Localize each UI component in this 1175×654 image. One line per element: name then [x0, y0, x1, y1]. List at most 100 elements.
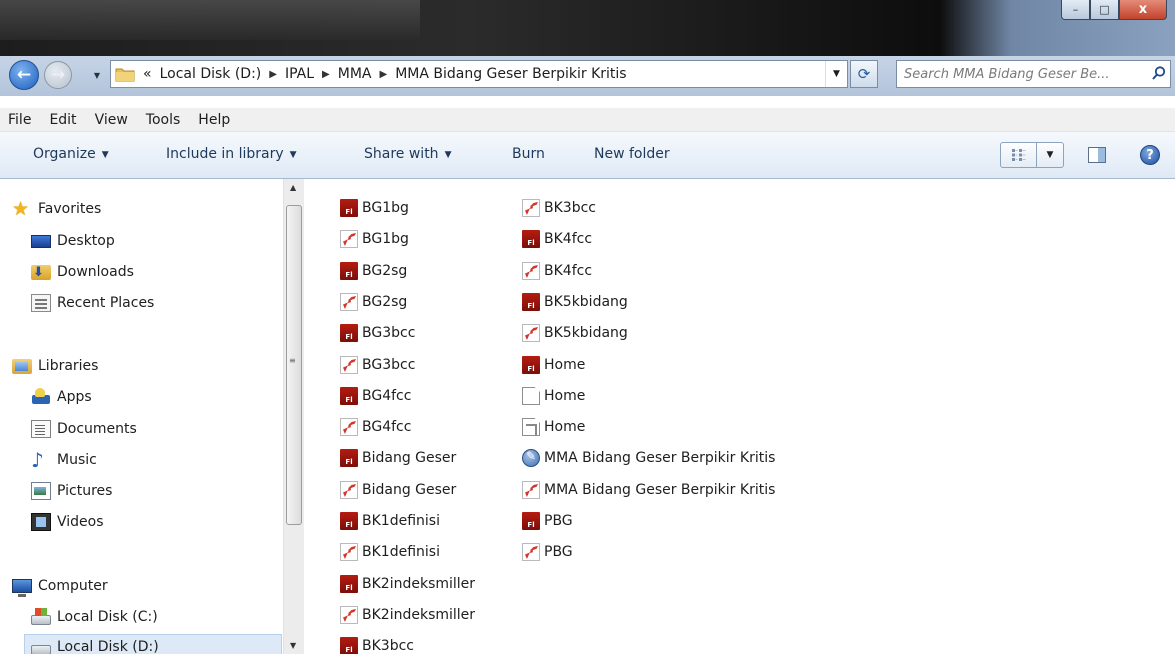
nav-music[interactable]: ♪ Music — [31, 447, 97, 473]
file-item[interactable]: BK2indeksmiller — [340, 602, 475, 628]
nav-videos[interactable]: Videos — [31, 509, 104, 535]
preview-pane-button[interactable] — [1088, 147, 1106, 163]
scrollbar-thumb[interactable] — [286, 205, 302, 525]
chevron-right-icon[interactable]: ▶ — [269, 69, 277, 80]
star-icon: ★ — [12, 198, 30, 220]
file-item[interactable]: Fl BG4fcc — [340, 383, 411, 409]
nav-downloads[interactable]: Downloads — [31, 259, 134, 285]
desktop-icon — [31, 235, 51, 248]
file-item[interactable]: Fl BK3bcc — [340, 633, 414, 654]
file-item[interactable]: BG2sg — [340, 289, 407, 315]
file-item[interactable]: Fl BG3bcc — [340, 320, 415, 346]
refresh-icon: ⟳ — [857, 65, 871, 83]
grip-icon: ≡ — [289, 356, 296, 365]
folder-icon — [115, 66, 135, 82]
shortcut-file-icon — [522, 418, 540, 436]
file-item[interactable]: BG1bg — [340, 226, 409, 252]
file-name: BK5kbidang — [544, 294, 628, 310]
search-box[interactable] — [896, 60, 1171, 88]
menu-help[interactable]: Help — [189, 112, 239, 128]
breadcrumb-current-folder[interactable]: MMA Bidang Geser Berpikir Kritis — [395, 66, 626, 82]
address-dropdown-button[interactable]: ▼ — [825, 61, 847, 87]
nav-recent-places[interactable]: Recent Places — [31, 290, 154, 316]
navigation-pane: ★ Favorites Desktop Downloads Recent Plac… — [0, 179, 305, 654]
nav-favorites[interactable]: ★ Favorites — [12, 196, 101, 222]
file-item[interactable]: Fl BG2sg — [340, 258, 407, 284]
nav-documents[interactable]: Documents — [31, 416, 137, 442]
new-folder-button[interactable]: New folder — [594, 146, 670, 162]
include-in-library-button[interactable]: Include in library ▼ — [166, 146, 297, 162]
nav-local-disk-d[interactable]: Local Disk (D:) — [24, 634, 282, 654]
nav-desktop[interactable]: Desktop — [31, 228, 115, 254]
file-item[interactable]: BK4fcc — [522, 258, 592, 284]
menu-file[interactable]: File — [0, 112, 40, 128]
file-item[interactable]: Bidang Geser — [340, 477, 456, 503]
refresh-button[interactable]: ⟳ — [850, 60, 878, 88]
nav-desktop-label: Desktop — [57, 233, 115, 249]
breadcrumb-local-disk-d[interactable]: Local Disk (D:) — [160, 66, 262, 82]
file-item[interactable]: Fl BK4fcc — [522, 226, 592, 252]
chevron-down-icon[interactable]: ▼ — [1037, 143, 1063, 167]
nav-pictures[interactable]: Pictures — [31, 478, 112, 504]
maximize-button[interactable]: □ — [1090, 0, 1119, 20]
file-item[interactable]: BK3bcc — [522, 195, 596, 221]
file-item[interactable]: BG4fcc — [340, 414, 411, 440]
search-icon[interactable] — [1152, 66, 1166, 80]
flash-swf-icon — [340, 606, 358, 624]
nav-libraries[interactable]: Libraries — [12, 353, 98, 379]
nav-local-disk-c[interactable]: Local Disk (C:) — [31, 604, 158, 630]
file-name: BK2indeksmiller — [362, 576, 476, 592]
file-item[interactable]: MMA Bidang Geser Berpikir Kritis — [522, 445, 775, 471]
file-item[interactable]: MMA Bidang Geser Berpikir Kritis — [522, 477, 775, 503]
file-name: MMA Bidang Geser Berpikir Kritis — [544, 450, 776, 466]
scroll-up-icon[interactable]: ▲ — [290, 183, 296, 192]
address-bar[interactable]: « Local Disk (D:) ▶ IPAL ▶ MMA ▶ MMA Bid… — [110, 60, 848, 88]
chevron-right-icon[interactable]: ▶ — [322, 69, 330, 80]
file-item[interactable]: Fl PBG — [522, 508, 573, 534]
search-input[interactable] — [904, 66, 1144, 82]
menu-edit[interactable]: Edit — [40, 112, 85, 128]
breadcrumb-overflow[interactable]: « — [143, 66, 152, 82]
file-item[interactable]: BK5kbidang — [522, 320, 628, 346]
file-item[interactable]: Fl BK1definisi — [340, 508, 440, 534]
help-button[interactable]: ? — [1140, 145, 1160, 165]
view-list-icon[interactable] — [1001, 143, 1037, 167]
nav-scrollbar[interactable]: ▲ ≡ ▼ — [283, 179, 304, 654]
menu-tools[interactable]: Tools — [137, 112, 190, 128]
forward-button[interactable]: → — [44, 61, 72, 89]
file-item[interactable]: Fl BK5kbidang — [522, 289, 628, 315]
close-button[interactable]: x — [1119, 0, 1167, 20]
breadcrumb-ipal[interactable]: IPAL — [285, 66, 314, 82]
breadcrumb-mma[interactable]: MMA — [338, 66, 372, 82]
file-item[interactable]: Fl BG1bg — [340, 195, 409, 221]
file-name: MMA Bidang Geser Berpikir Kritis — [544, 482, 776, 498]
back-button[interactable]: ← — [9, 60, 39, 90]
change-view-button[interactable]: ▼ — [1000, 142, 1064, 168]
file-item[interactable]: BG3bcc — [340, 352, 415, 378]
flash-fla-icon: Fl — [340, 262, 358, 280]
nav-computer[interactable]: Computer — [12, 573, 108, 599]
file-item[interactable]: Home — [522, 383, 585, 409]
flash-swf-icon — [522, 199, 540, 217]
organize-button[interactable]: Organize ▼ — [33, 146, 109, 162]
menu-view[interactable]: View — [86, 112, 137, 128]
recent-pages-dropdown[interactable]: ▼ — [90, 68, 104, 82]
breadcrumb: « Local Disk (D:) ▶ IPAL ▶ MMA ▶ MMA Bid… — [143, 66, 627, 82]
file-item[interactable]: Fl BK2indeksmiller — [340, 571, 475, 597]
file-name: BK4fcc — [544, 263, 593, 279]
burn-button[interactable]: Burn — [512, 146, 545, 162]
apps-library-icon — [31, 388, 51, 406]
flash-fla-icon: Fl — [522, 230, 540, 248]
minimize-button[interactable]: – — [1061, 0, 1090, 20]
chevron-right-icon[interactable]: ▶ — [379, 69, 387, 80]
file-item[interactable]: Fl Home — [522, 352, 585, 378]
share-with-button[interactable]: Share with ▼ — [364, 146, 451, 162]
file-item[interactable]: PBG — [522, 539, 573, 565]
file-item[interactable]: Home — [522, 414, 585, 440]
chevron-down-icon: ▼ — [101, 150, 109, 160]
nav-apps[interactable]: Apps — [31, 384, 92, 410]
file-item[interactable]: Fl Bidang Geser — [340, 445, 456, 471]
scroll-down-icon[interactable]: ▼ — [290, 641, 296, 650]
file-item[interactable]: BK1definisi — [340, 539, 440, 565]
flash-fla-icon: Fl — [340, 575, 358, 593]
